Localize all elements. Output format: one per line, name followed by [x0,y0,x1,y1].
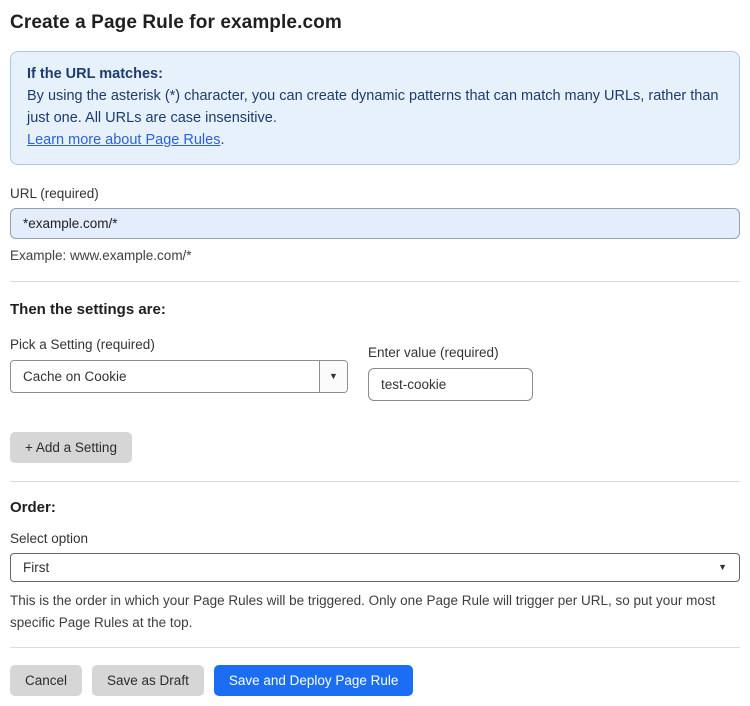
setting-row: Pick a Setting (required) Cache on Cooki… [10,337,740,401]
order-select[interactable]: First ▼ [10,553,740,582]
page-title: Create a Page Rule for example.com [10,12,342,33]
url-input[interactable] [10,208,740,239]
settings-section-heading: Then the settings are: [10,301,166,318]
caret-down-icon: ▼ [718,562,727,572]
add-setting-button[interactable]: + Add a Setting [10,432,132,463]
setting-select-value: Cache on Cookie [23,369,127,384]
order-select-label: Select option [10,531,89,546]
save-as-draft-button[interactable]: Save as Draft [92,665,204,696]
link-suffix: . [220,132,225,148]
enter-value-label: Enter value (required) [368,345,499,360]
divider [10,481,740,482]
info-box-heading: If the URL matches: [27,66,163,82]
order-section-heading: Order: [10,499,56,516]
setting-value-input[interactable] [368,368,533,401]
pick-setting-label: Pick a Setting (required) [10,337,155,352]
page-rule-form: Create a Page Rule for example.com If th… [0,0,750,706]
cancel-button[interactable]: Cancel [10,665,83,696]
url-field-label: URL (required) [10,186,99,201]
footer-actions: Cancel Save as Draft Save and Deploy Pag… [10,665,740,696]
order-helper-text: This is the order in which your Page Rul… [10,593,716,630]
info-box-body: By using the asterisk (*) character, you… [27,88,719,126]
url-example-helper: Example: www.example.com/* [10,248,192,263]
caret-down-icon: ▼ [329,371,338,381]
pick-setting-column: Pick a Setting (required) Cache on Cooki… [10,337,348,393]
info-box-link-line: Learn more about Page Rules. [27,129,723,151]
save-and-deploy-button[interactable]: Save and Deploy Page Rule [213,665,414,696]
setting-select-arrow-button[interactable]: ▼ [319,361,347,392]
url-section: URL (required) Example: www.example.com/… [10,186,740,263]
divider [10,647,740,648]
divider [10,281,740,282]
setting-select[interactable]: Cache on Cookie ▼ [10,360,348,393]
learn-more-link[interactable]: Learn more about Page Rules [27,132,220,148]
enter-value-column: Enter value (required) [368,337,533,401]
url-match-info-box: If the URL matches: By using the asteris… [10,51,740,165]
order-select-value: First [23,560,50,575]
